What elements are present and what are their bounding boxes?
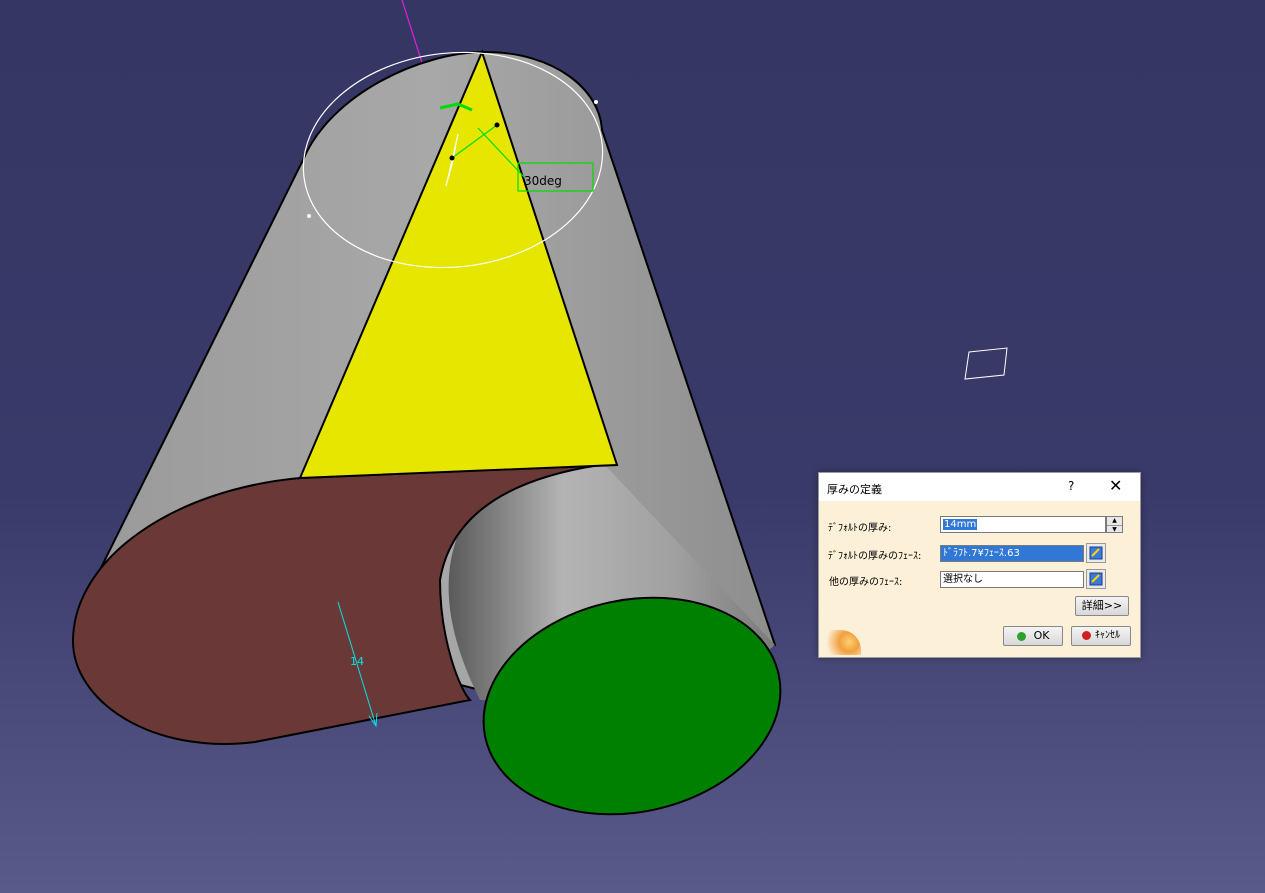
other-faces-label: 他の厚みのﾌｪｰｽ: xyxy=(829,577,903,588)
stepper-up-icon[interactable]: ▲ xyxy=(1107,517,1122,526)
stepper-down-icon[interactable]: ▼ xyxy=(1107,526,1122,534)
manipulator-point xyxy=(494,122,500,128)
close-icon[interactable]: ✕ xyxy=(1109,477,1122,495)
help-icon[interactable]: ? xyxy=(1068,479,1074,493)
ok-label: OK xyxy=(1033,629,1050,642)
face-selection-button[interactable] xyxy=(1086,543,1106,563)
dialog-title: 厚みの定義 xyxy=(827,483,882,496)
highlight-point xyxy=(307,214,311,218)
3d-viewport[interactable]: 30deg 14 xyxy=(0,0,1265,893)
dialog-title-bar: 厚みの定義 ? ✕ xyxy=(819,473,1140,501)
cancel-button[interactable]: ｷｬﾝｾﾙ xyxy=(1071,626,1131,646)
other-face-selection-button[interactable] xyxy=(1086,569,1106,589)
plane-marker-icon[interactable] xyxy=(964,347,1008,380)
angle-label[interactable]: 30deg xyxy=(524,174,562,188)
default-thickness-input[interactable]: 14mm xyxy=(940,516,1106,533)
default-thickness-label: ﾃﾞﾌｫﾙﾄの厚み: xyxy=(828,523,892,534)
cancel-label: ｷｬﾝｾﾙ xyxy=(1095,630,1120,641)
highlight-point xyxy=(594,100,598,104)
more-button[interactable]: 詳細>> xyxy=(1075,596,1129,616)
cancel-icon xyxy=(1082,630,1091,640)
default-faces-field[interactable]: ﾄﾞﾗﾌﾄ.7¥ﾌｪｰｽ.63 xyxy=(940,545,1084,562)
thickness-stepper[interactable]: ▲ ▼ xyxy=(1106,516,1123,533)
face-selector-icon xyxy=(1089,546,1103,560)
default-faces-label: ﾃﾞﾌｫﾙﾄの厚みのﾌｪｰｽ: xyxy=(828,551,922,562)
ok-button[interactable]: OK xyxy=(1003,626,1063,646)
face-selector-icon xyxy=(1089,572,1103,586)
manipulator-point xyxy=(449,155,455,161)
other-faces-field[interactable]: 選択なし xyxy=(940,571,1084,588)
ok-icon xyxy=(1016,631,1026,641)
thickness-label[interactable]: 14 xyxy=(350,655,364,668)
default-thickness-value: 14mm xyxy=(943,519,978,530)
